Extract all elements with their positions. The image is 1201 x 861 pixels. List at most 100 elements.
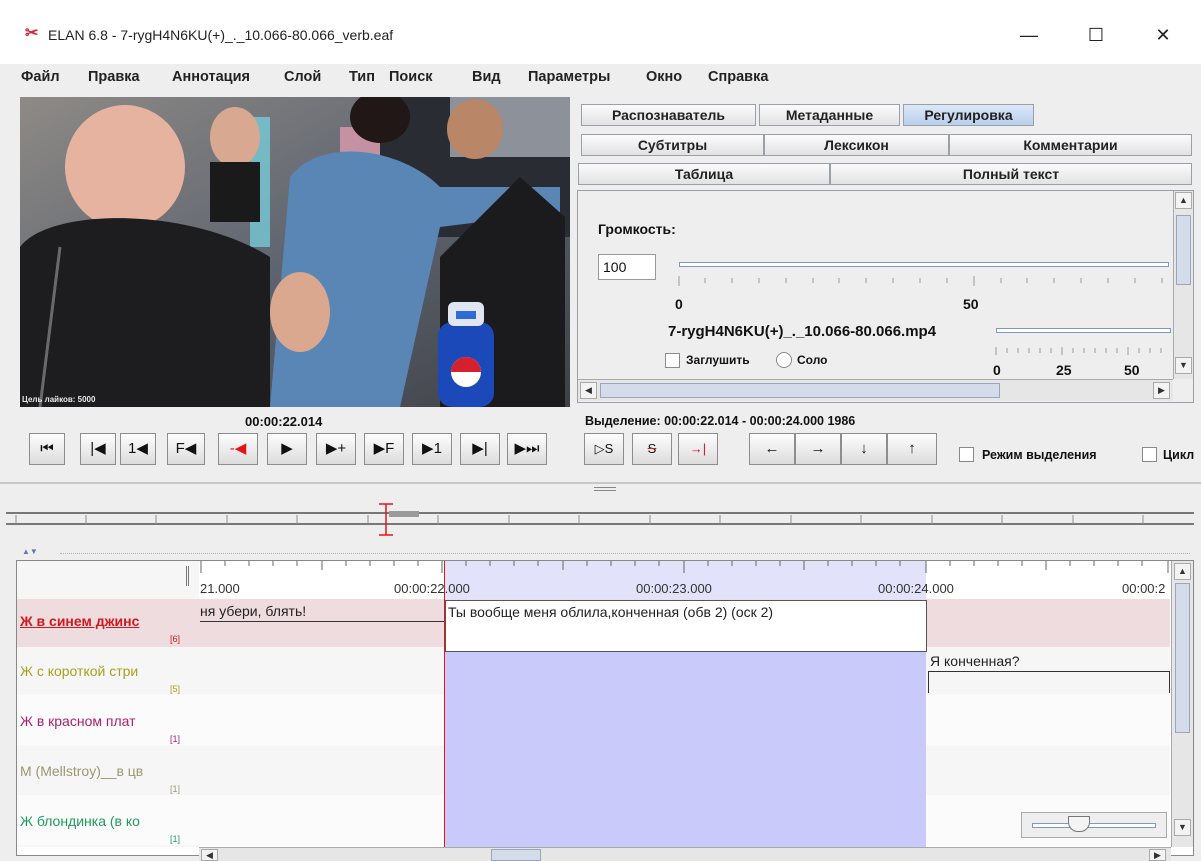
elan-app-icon: ✂ bbox=[25, 25, 39, 42]
scroll-up-icon[interactable]: ▲ bbox=[1174, 563, 1191, 580]
ruler-tick-label: 00:00:22.000 bbox=[394, 581, 470, 596]
volume-input[interactable]: 100 bbox=[598, 254, 656, 280]
tab-controls[interactable]: Регулировка bbox=[903, 104, 1034, 126]
tier-count-4: [1] bbox=[170, 784, 181, 794]
file-volume-slider[interactable] bbox=[996, 328, 1171, 333]
menu-options[interactable]: Параметры bbox=[528, 69, 610, 85]
close-button[interactable]: ✕ bbox=[1146, 22, 1180, 48]
minimize-button[interactable]: — bbox=[1012, 22, 1046, 48]
panel-vertical-scrollbar[interactable]: ▲ ▼ bbox=[1173, 191, 1193, 379]
collapse-arrows-icon[interactable]: ▲▼ bbox=[22, 547, 38, 556]
next-boundary-button[interactable]: ▶+ bbox=[316, 433, 356, 465]
selection-mode-checkbox[interactable] bbox=[959, 447, 974, 462]
menu-view[interactable]: Вид bbox=[472, 69, 501, 85]
tab-subtitles[interactable]: Субтитры bbox=[581, 134, 764, 156]
tier-name-2[interactable]: Ж с короткой стри bbox=[20, 663, 196, 679]
mini-scale-50: 50 bbox=[1124, 362, 1140, 378]
scroll-down-icon[interactable]: ▼ bbox=[1174, 819, 1191, 836]
play-selection-button[interactable]: ▷S bbox=[584, 433, 624, 465]
hscroll-thumb[interactable] bbox=[491, 849, 541, 861]
scroll-left-icon[interactable]: ◀ bbox=[201, 849, 218, 861]
hscroll-thumb[interactable] bbox=[600, 383, 1000, 398]
maximize-button[interactable]: ☐ bbox=[1079, 22, 1113, 48]
zoom-slider-thumb[interactable] bbox=[1068, 816, 1090, 832]
arrow-right-button[interactable]: → bbox=[795, 433, 841, 465]
scroll-up-icon[interactable]: ▲ bbox=[1175, 192, 1192, 209]
tier-name-3[interactable]: Ж в красном плат bbox=[20, 713, 196, 729]
menu-tier[interactable]: Слой bbox=[284, 69, 321, 85]
tab-metadata[interactable]: Метаданные bbox=[759, 104, 900, 126]
ruler-tick-label: 21.000 bbox=[200, 581, 240, 596]
video-frame bbox=[20, 97, 570, 407]
active-annotation[interactable]: Ты вообще меня облила,конченная (обв 2) … bbox=[445, 600, 927, 652]
volume-label: Громкость: bbox=[598, 221, 676, 237]
media-file-name: 7-rygH4N6KU(+)_._10.066-80.066.mp4 bbox=[668, 323, 937, 340]
overview-cursor-icon[interactable] bbox=[376, 502, 396, 538]
scroll-down-icon[interactable]: ▼ bbox=[1175, 357, 1192, 374]
annotation-underline bbox=[928, 671, 1170, 672]
volume-scale-min: 0 bbox=[675, 296, 683, 312]
panel-horizontal-scrollbar[interactable]: ◀ bbox=[578, 379, 1173, 401]
menu-file[interactable]: Файл bbox=[21, 69, 60, 85]
menu-type[interactable]: Тип bbox=[349, 69, 375, 85]
menu-annotation[interactable]: Аннотация bbox=[172, 69, 250, 85]
menu-help[interactable]: Справка bbox=[708, 69, 768, 85]
annotation-boundary bbox=[1169, 671, 1170, 693]
scroll-thumb[interactable] bbox=[1176, 215, 1191, 285]
tab-lexicon[interactable]: Лексикон bbox=[764, 134, 949, 156]
go-to-begin-button[interactable]: ⏮ bbox=[29, 433, 65, 465]
scroll-right-icon[interactable]: ▶ bbox=[1149, 849, 1166, 861]
clear-selection-button[interactable]: S bbox=[632, 433, 672, 465]
arrow-left-button[interactable]: ← bbox=[749, 433, 795, 465]
scroll-right-icon[interactable]: ▶ bbox=[1153, 382, 1170, 399]
next-frame-button[interactable]: ▶| bbox=[460, 433, 500, 465]
menu-edit[interactable]: Правка bbox=[88, 69, 140, 85]
tier-count-3: [1] bbox=[170, 734, 181, 744]
arrow-up-button[interactable]: ↑ bbox=[887, 433, 937, 465]
divider-grip-icon[interactable] bbox=[594, 487, 616, 491]
tab-table[interactable]: Таблица bbox=[578, 163, 830, 185]
split-divider[interactable] bbox=[0, 482, 1201, 484]
mute-checkbox[interactable] bbox=[665, 353, 680, 368]
timeline-horizontal-scrollbar[interactable]: ◀ ▶ bbox=[199, 847, 1171, 861]
video-player[interactable]: Цель лайков: 5000 bbox=[20, 97, 570, 407]
volume-slider[interactable] bbox=[679, 262, 1169, 267]
tab-fulltext[interactable]: Полный текст bbox=[830, 163, 1192, 185]
previous-frame-button[interactable]: |◀ bbox=[80, 433, 116, 465]
play-button[interactable]: ▶ bbox=[267, 433, 307, 465]
arrow-down-button[interactable]: ↓ bbox=[841, 433, 887, 465]
timeline-overview[interactable] bbox=[0, 497, 1201, 547]
ruler-tick-label: 00:00:23.000 bbox=[636, 581, 712, 596]
tier-name-1[interactable]: Ж в синем джинс bbox=[20, 613, 196, 629]
tier-column-resize-icon[interactable] bbox=[186, 566, 189, 586]
go-to-end-button[interactable]: ▶⏭ bbox=[507, 433, 547, 465]
tier-name-4[interactable]: М (Mellstroy)__в цв bbox=[20, 763, 196, 779]
volume-scale-mid: 50 bbox=[963, 296, 979, 312]
step-forward-1-button[interactable]: ▶1 bbox=[412, 433, 452, 465]
tab-recognizer[interactable]: Распознаватель bbox=[581, 104, 756, 126]
tier-count-1: [6] bbox=[170, 634, 181, 644]
vscroll-thumb[interactable] bbox=[1175, 583, 1190, 733]
move-to-selection-end-button[interactable]: →| bbox=[678, 433, 718, 465]
menu-window[interactable]: Окно bbox=[646, 69, 682, 85]
step-back-1-button[interactable]: 1◀ bbox=[120, 433, 156, 465]
loop-checkbox[interactable] bbox=[1142, 447, 1157, 462]
previous-boundary-button[interactable]: -◀ bbox=[218, 433, 258, 465]
tier-count-2: [5] bbox=[170, 684, 181, 694]
frame-forward-button[interactable]: ▶F bbox=[364, 433, 404, 465]
menu-search[interactable]: Поиск bbox=[389, 69, 433, 85]
mini-scale-0: 0 bbox=[993, 362, 1001, 378]
ruler-tick-label: 00:00:24.000 bbox=[878, 581, 954, 596]
annotation[interactable]: ня убери, блять! bbox=[200, 603, 306, 619]
scroll-left-icon[interactable]: ◀ bbox=[580, 382, 597, 399]
title-bar: ✂ ELAN 6.8 - 7-rygH4N6KU(+)_._10.066-80.… bbox=[0, 0, 1201, 64]
zoom-slider[interactable] bbox=[1021, 812, 1167, 838]
selection-mode-label: Режим выделения bbox=[982, 448, 1097, 462]
tab-comments[interactable]: Комментарии bbox=[949, 134, 1192, 156]
crosshair-cursor[interactable] bbox=[444, 561, 445, 847]
solo-radio[interactable] bbox=[776, 352, 792, 368]
timeline-vertical-scrollbar[interactable]: ▲ ▼ bbox=[1171, 561, 1193, 847]
annotation[interactable]: Я конченная? bbox=[930, 653, 1020, 669]
frame-back-button[interactable]: F◀ bbox=[167, 433, 205, 465]
tier-name-5[interactable]: Ж блондинка (в ко bbox=[20, 813, 196, 829]
